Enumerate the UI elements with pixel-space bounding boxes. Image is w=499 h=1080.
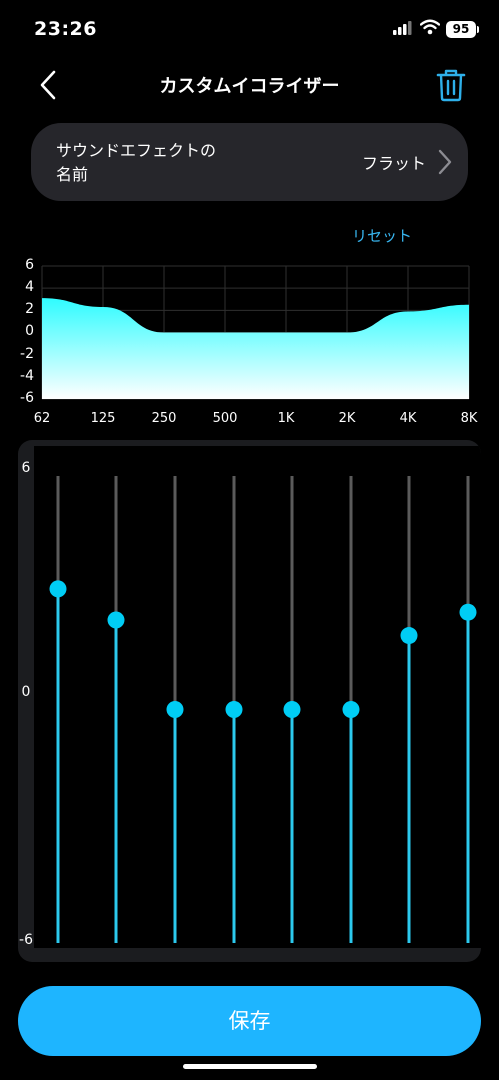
chevron-right-icon (438, 149, 452, 175)
status-bar: 23:26 95 (0, 0, 499, 60)
sound-effect-selector[interactable]: サウンドエフェクトの名前 フラット (31, 123, 468, 201)
equalizer-panel: 6 0 -6 (18, 440, 481, 962)
curve-x-label: 1K (277, 411, 295, 426)
trash-icon[interactable] (432, 68, 470, 102)
eq-slider-knob-250[interactable] (166, 701, 184, 718)
sound-effect-label: サウンドエフェクトの名前 (56, 141, 217, 184)
eq-slider-area (34, 446, 481, 948)
eq-scale-label: 6 (21, 460, 31, 476)
battery-nub (477, 26, 479, 33)
save-button[interactable]: 保存 (18, 986, 481, 1056)
eq-slider-knob-62[interactable] (49, 580, 67, 598)
battery-indicator: 95 (446, 21, 476, 38)
nav-bar: カスタムイコライザー (0, 60, 499, 110)
eq-slider-knob-125[interactable] (107, 611, 125, 629)
eq-scale-label: 0 (21, 684, 31, 700)
curve-x-label: 2K (338, 411, 356, 426)
eq-slider-knob-1K[interactable] (283, 701, 301, 718)
cellular-signal-icon (393, 21, 412, 35)
status-time: 23:26 (34, 18, 97, 40)
wifi-icon (420, 19, 440, 35)
eq-slider-knob-4K[interactable] (400, 627, 418, 645)
eq-sliders (49, 476, 477, 943)
curve-x-label: 125 (90, 411, 116, 426)
curve-x-label: 500 (212, 411, 238, 426)
page-title: カスタムイコライザー (159, 76, 340, 97)
curve-x-label: 62 (33, 411, 51, 426)
reset-button[interactable]: リセット (352, 225, 412, 246)
eq-slider-knob-8K[interactable] (459, 603, 477, 621)
curve-x-label: 250 (151, 411, 177, 426)
eq-curve-plot (41, 265, 470, 400)
eq-curve-area (42, 298, 469, 399)
eq-scale-label: -6 (19, 932, 33, 948)
sound-effect-value: フラット (361, 154, 426, 173)
eq-slider-knob-500[interactable] (225, 701, 243, 718)
curve-x-label: 8K (460, 411, 478, 426)
home-indicator (183, 1064, 317, 1069)
eq-curve-chart: 6 4 2 0 -2 -4 -6 62 125 250 500 1K 2K 4K… (0, 255, 499, 430)
eq-slider-knob-2K[interactable] (342, 701, 360, 718)
curve-x-label: 4K (399, 411, 417, 426)
